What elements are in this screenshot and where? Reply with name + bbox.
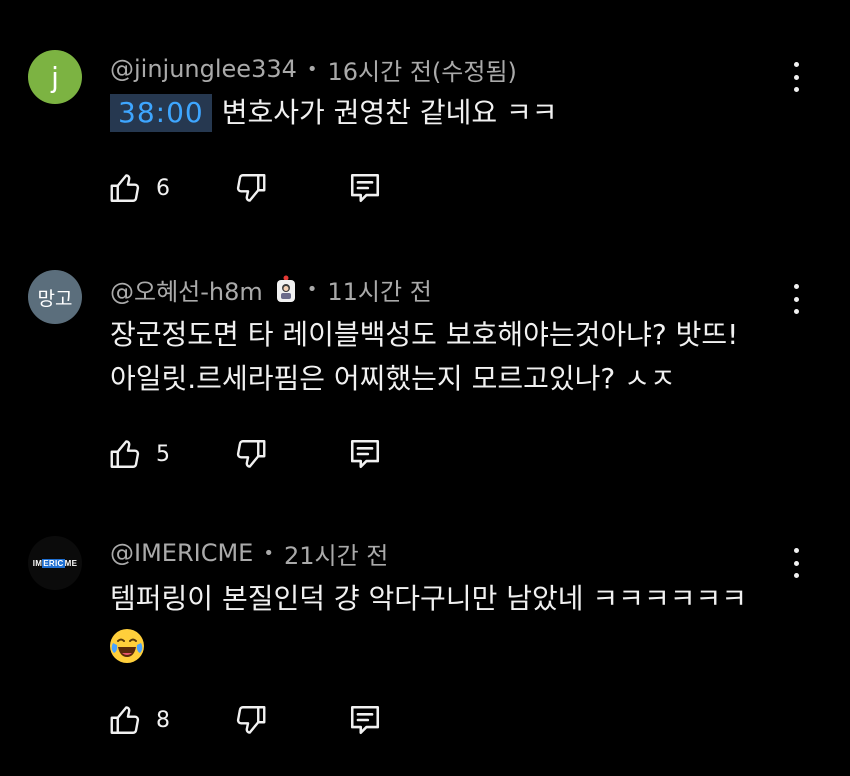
logo-text: ME [64, 558, 78, 568]
more-options-button[interactable] [786, 548, 806, 578]
like-count: 6 [156, 175, 170, 201]
face-with-tears-of-joy-emoji [110, 629, 144, 663]
avatar[interactable]: j [28, 50, 82, 104]
logo-text: ERIC [42, 558, 65, 568]
thumbs-up-icon [110, 174, 140, 202]
emoji-line [110, 624, 747, 666]
thumbs-down-icon [236, 440, 266, 468]
channel-logo: IM ERIC ME [32, 558, 78, 568]
comment-text-line: 아일릿.르세라핌은 어찌했는지 모르고있나? ㅅㅈ [110, 362, 676, 395]
reply-icon [350, 173, 380, 203]
reply-button[interactable] [348, 703, 382, 737]
comment-text: 장군정도면 타 레이블백성도 보호해야는것아냐? 밧뜨! 아일릿.르세라핌은 어… [110, 314, 738, 400]
more-vertical-icon [793, 62, 799, 67]
reply-button[interactable] [348, 171, 382, 205]
comment-meta: @jinjunglee334 • 16시간 전(수정됨) [110, 52, 517, 86]
avatar-initial: j [51, 60, 59, 94]
more-options-button[interactable] [786, 284, 806, 314]
comment-text-line: 템퍼링이 본질인덕 걍 악다구니만 남았네 ㅋㅋㅋㅋㅋㅋ [110, 582, 747, 615]
avatar[interactable]: IM ERIC ME [28, 536, 82, 590]
more-vertical-icon [793, 284, 799, 289]
dislike-button[interactable] [232, 436, 268, 472]
comment-text-content: 변호사가 권영찬 같네요 ㅋㅋ [221, 96, 558, 129]
like-button[interactable]: 5 [108, 436, 176, 472]
thumbs-up-icon [110, 706, 140, 734]
like-count: 8 [156, 707, 170, 733]
reply-icon [350, 439, 380, 469]
more-vertical-icon [793, 548, 799, 553]
comment-actions: 8 [108, 702, 382, 738]
meta-separator: • [263, 542, 274, 564]
comment-item: 망고 @오혜선-h8m • 11시간 전 장군정도면 타 레이블백성도 보호해야… [0, 240, 850, 510]
comment-actions: 6 [108, 170, 382, 206]
author-handle[interactable]: @오혜선-h8m [110, 272, 263, 307]
comment-meta: @IMERICME • 21시간 전 [110, 536, 388, 570]
like-count: 5 [156, 441, 170, 467]
thumbs-up-icon [110, 440, 140, 468]
comment-text: 템퍼링이 본질인덕 걍 악다구니만 남았네 ㅋㅋㅋㅋㅋㅋ [110, 578, 747, 666]
comment-time: 16시간 전(수정됨) [327, 57, 517, 86]
comment-item: IM ERIC ME @IMERICME • 21시간 전 템퍼링이 본질인덕 … [0, 510, 850, 776]
comment-actions: 5 [108, 436, 382, 472]
reply-icon [350, 705, 380, 735]
reply-button[interactable] [348, 437, 382, 471]
thumbs-down-icon [236, 174, 266, 202]
avatar[interactable]: 망고 [28, 270, 82, 324]
comment-time: 21시간 전 [283, 541, 389, 570]
logo-text: IM [32, 558, 43, 568]
author-handle[interactable]: @IMERICME [110, 539, 253, 567]
like-button[interactable]: 6 [108, 170, 176, 206]
avatar-label: 망고 [37, 287, 73, 310]
more-options-button[interactable] [786, 62, 806, 92]
member-badge-icon [275, 275, 297, 303]
author-handle[interactable]: @jinjunglee334 [110, 55, 297, 83]
dislike-button[interactable] [232, 170, 268, 206]
timestamp-link[interactable]: 38:00 [110, 94, 212, 132]
comment-item: j @jinjunglee334 • 16시간 전(수정됨) 38:00 변호사가… [0, 0, 850, 240]
comment-text-line: 장군정도면 타 레이블백성도 보호해야는것아냐? 밧뜨! [110, 318, 739, 351]
comment-time: 11시간 전 [327, 277, 432, 306]
meta-separator: • [306, 58, 318, 80]
meta-separator: • [306, 278, 318, 300]
comment-meta: @오혜선-h8m • 11시간 전 [110, 272, 432, 306]
thumbs-down-icon [236, 706, 266, 734]
dislike-button[interactable] [232, 702, 268, 738]
comment-text: 38:00 변호사가 권영찬 같네요 ㅋㅋ [110, 92, 558, 134]
like-button[interactable]: 8 [108, 702, 176, 738]
